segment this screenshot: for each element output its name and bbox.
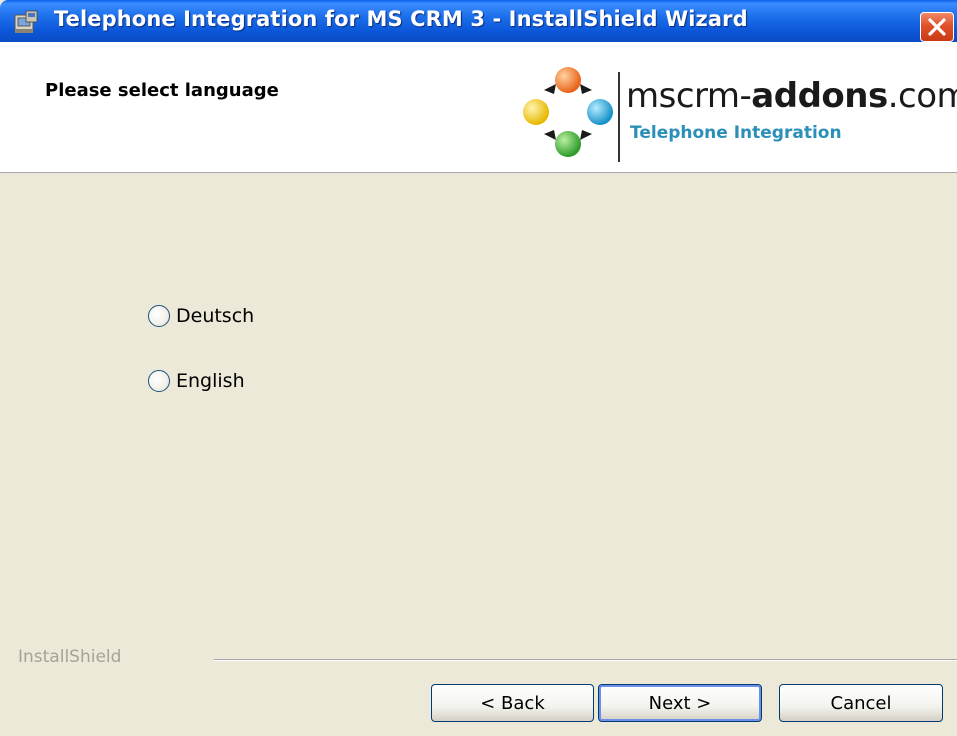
close-button[interactable] [920,12,954,42]
next-button[interactable]: Next > [598,684,762,722]
back-button[interactable]: < Back [431,684,594,722]
radio-label: English [176,370,245,392]
language-option-deutsch[interactable]: Deutsch [148,302,254,330]
radio-button[interactable] [148,305,170,327]
mscrm-addons-logo-icon [520,64,616,160]
logo-subtitle: Telephone Integration [630,123,842,143]
installer-icon [12,9,40,35]
page-title: Please select language [45,80,279,101]
footer-divider [214,659,957,661]
cancel-button[interactable]: Cancel [779,684,943,722]
window-title: Telephone Integration for MS CRM 3 - Ins… [54,7,748,31]
language-option-english[interactable]: English [148,367,245,395]
header-banner: Please select language mscrm-addons.com … [0,42,957,173]
installshield-brand: InstallShield [18,647,122,667]
close-icon [928,18,946,36]
radio-label: Deutsch [176,305,255,327]
logo-wordmark: mscrm-addons.com [626,76,957,116]
logo-divider [618,72,620,162]
title-bar: Telephone Integration for MS CRM 3 - Ins… [0,0,957,42]
radio-button[interactable] [148,370,170,392]
